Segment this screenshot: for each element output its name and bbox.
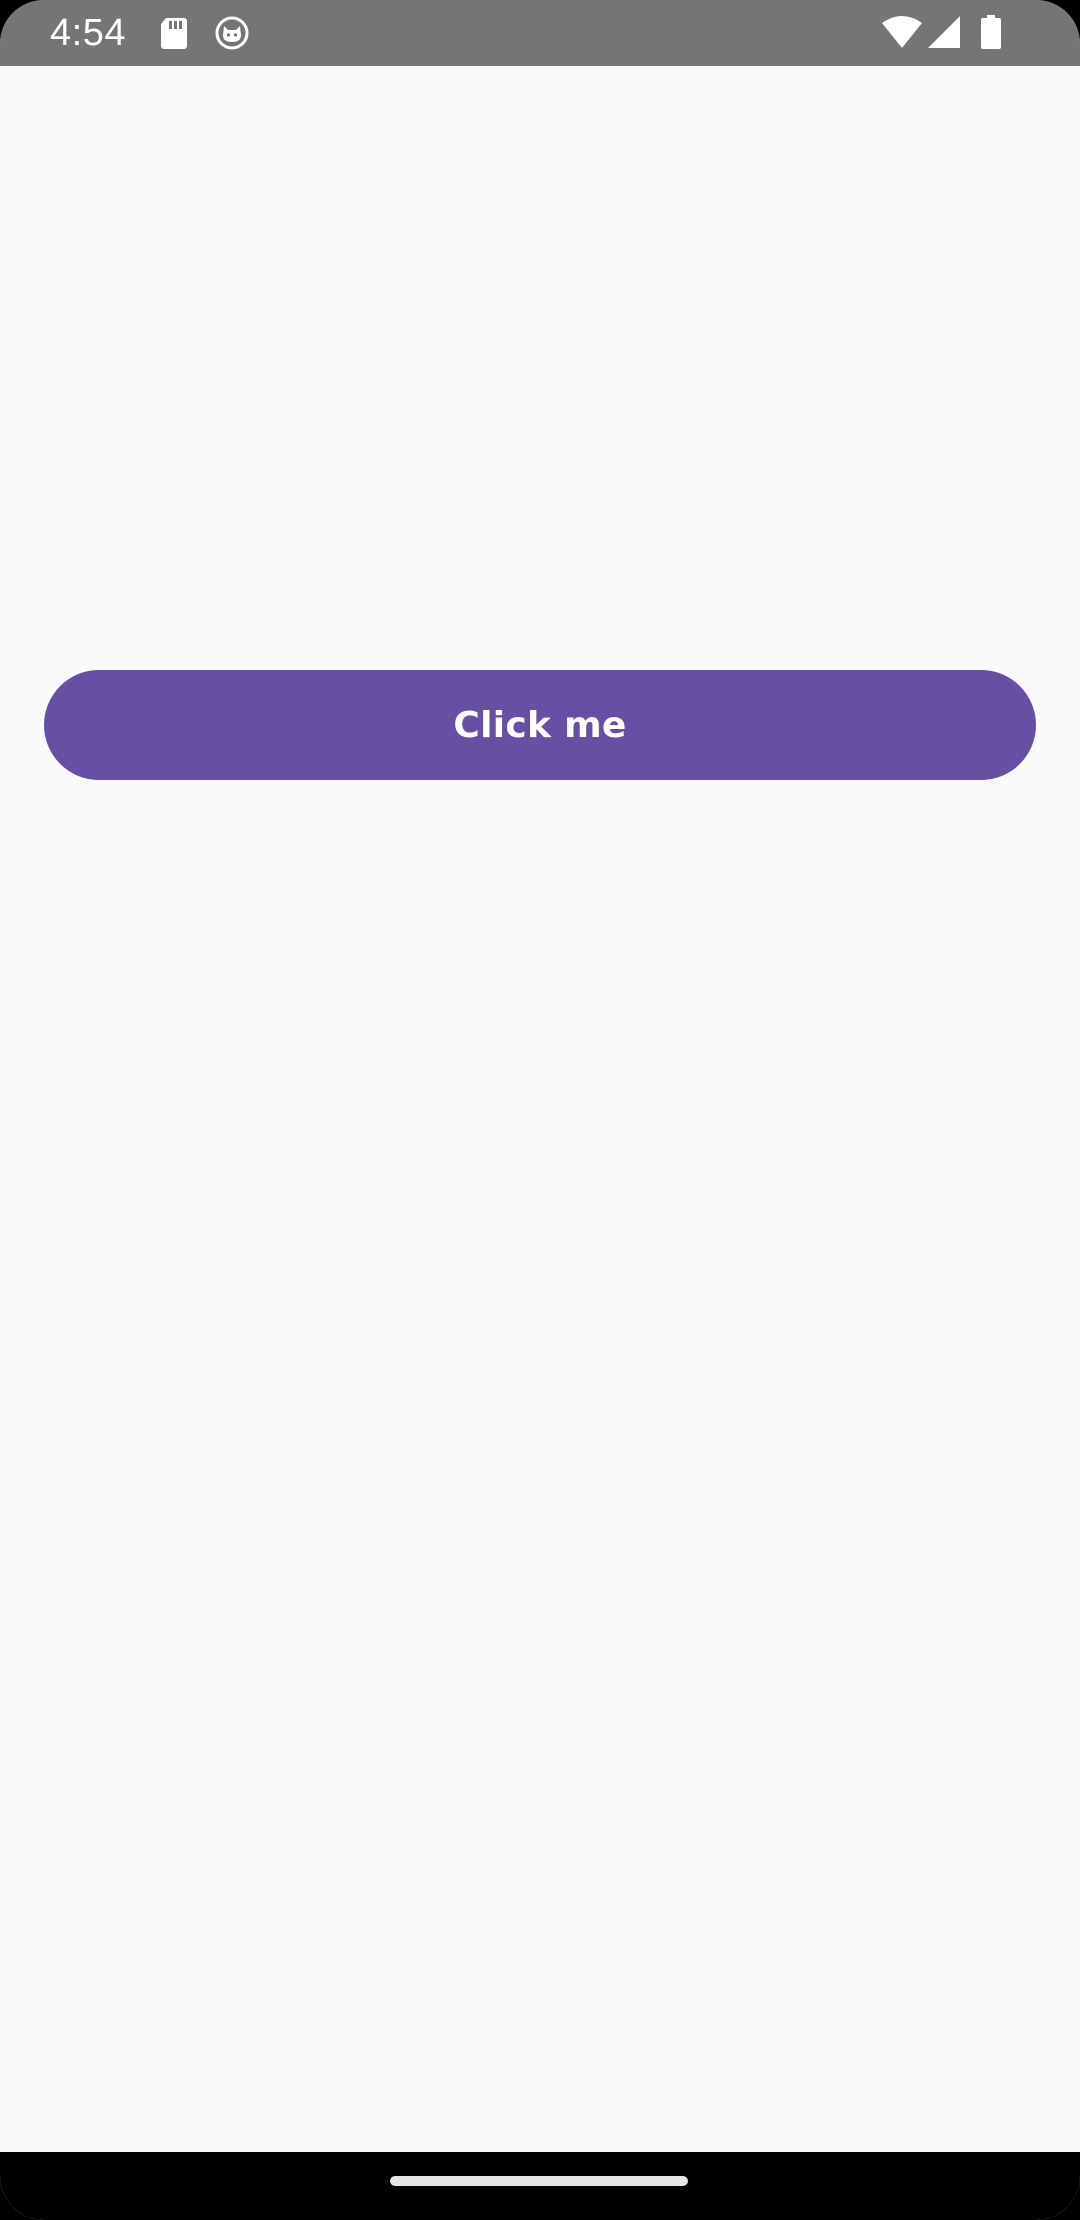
cat-face-icon — [215, 16, 249, 50]
click-me-button[interactable]: Click me — [44, 670, 1036, 780]
status-bar: 4:54 — [0, 0, 1080, 66]
home-gesture-handle[interactable] — [390, 2176, 688, 2186]
wifi-icon — [882, 16, 922, 48]
main-content: Click me — [0, 66, 1080, 2152]
sd-card-icon — [161, 18, 187, 49]
navigation-bar — [0, 2152, 1080, 2220]
status-time: 4:54 — [50, 12, 126, 54]
battery-icon — [981, 15, 1001, 49]
phone-screen: 4:54 Click me — [0, 0, 1080, 2220]
cell-signal-icon — [928, 16, 960, 48]
